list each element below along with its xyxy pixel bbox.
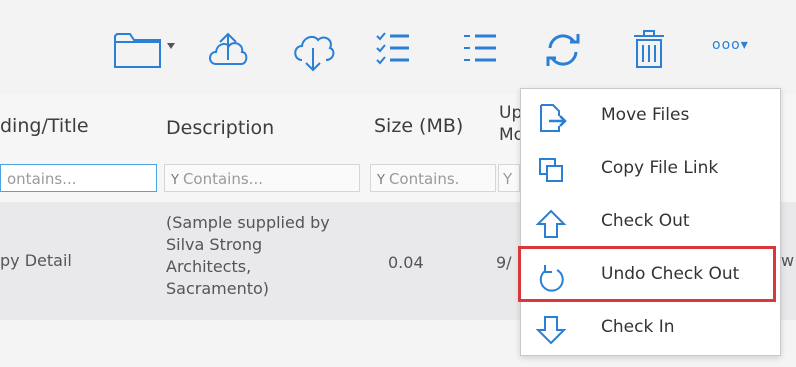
column-header-size[interactable]: Size (MB) (374, 115, 463, 137)
check-out-icon (535, 208, 567, 240)
checklist-icon[interactable] (375, 30, 411, 68)
menu-item-label: Copy File Link (601, 158, 719, 178)
column-header-title[interactable]: ding/Title (0, 115, 89, 137)
move-files-icon (535, 102, 567, 134)
size-filter-input[interactable]: Y Contains. (370, 164, 496, 192)
more-icon[interactable]: ooo▾ (712, 37, 749, 53)
row-description-cell: (Sample supplied by Silva Strong Archite… (166, 213, 330, 298)
trash-icon[interactable] (632, 28, 666, 70)
row-uploaded-cell: 9/ (496, 253, 512, 272)
cloud-download-icon[interactable] (290, 30, 336, 74)
upload-icon[interactable] (206, 30, 250, 70)
title-filter-input[interactable]: ontains... (0, 164, 157, 192)
check-in-icon (535, 314, 567, 346)
uploaded-filter-input[interactable]: Y (498, 164, 520, 192)
dropdown-caret-icon[interactable] (166, 42, 176, 50)
menu-item-check-in[interactable]: Check In (521, 303, 780, 356)
menu-item-label: Check Out (601, 211, 690, 231)
filter-icon: Y (377, 173, 385, 188)
copy-link-icon (535, 155, 567, 187)
row-trailing-cell: w (781, 251, 795, 270)
menu-item-move-files[interactable]: Move Files (521, 91, 780, 144)
row-title-cell: py Detail (0, 251, 72, 270)
menu-item-label: Undo Check Out (601, 264, 740, 284)
menu-item-check-out[interactable]: Check Out (521, 197, 780, 250)
description-filter-input[interactable]: Y Contains... (164, 164, 360, 192)
more-actions-menu: Move Files Copy File Link Check Out Undo… (520, 88, 781, 356)
menu-item-undo-check-out[interactable]: Undo Check Out (521, 250, 780, 303)
refresh-icon[interactable] (542, 30, 584, 70)
menu-item-label: Check In (601, 317, 675, 337)
column-header-description[interactable]: Description (166, 117, 274, 139)
toolbar: ooo▾ (0, 0, 796, 94)
menu-item-label: Move Files (601, 105, 690, 125)
list-icon[interactable] (462, 30, 498, 68)
filter-icon: Y (171, 173, 179, 188)
menu-item-copy-file-link[interactable]: Copy File Link (521, 144, 780, 197)
row-size-cell: 0.04 (388, 253, 424, 272)
undo-check-out-icon (535, 261, 567, 293)
folder-icon[interactable] (112, 28, 166, 70)
